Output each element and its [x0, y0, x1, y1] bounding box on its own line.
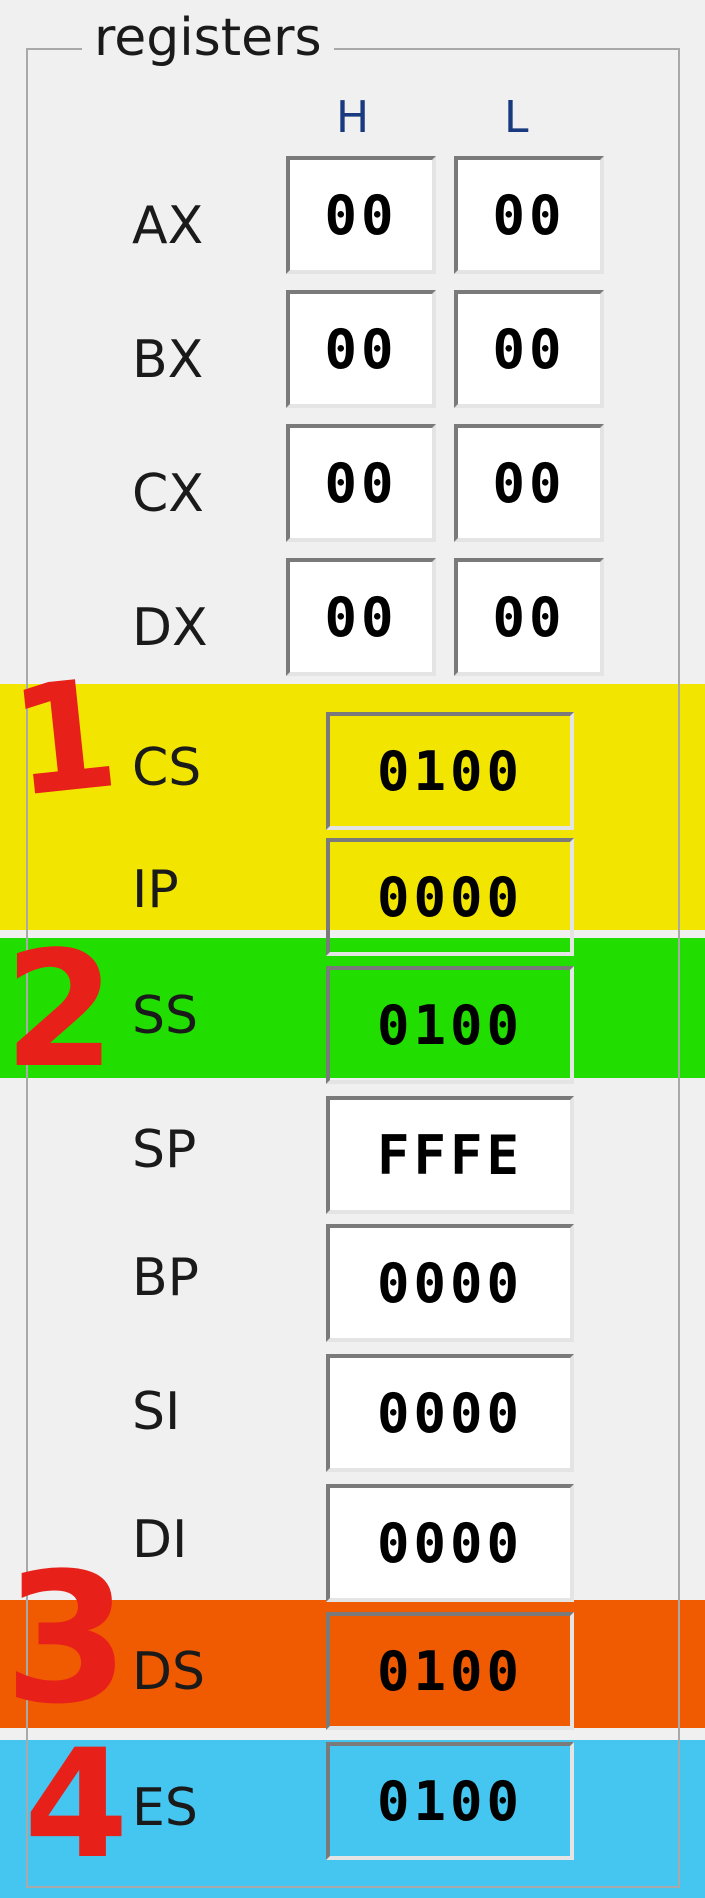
ip-field[interactable]: 0000 [326, 838, 574, 956]
di-field[interactable]: 0000 [326, 1484, 574, 1602]
cx-low-field[interactable]: 00 [454, 424, 604, 542]
register-label-ds: DS [132, 1642, 206, 1702]
bx-low-field[interactable]: 00 [454, 290, 604, 408]
register-label-sp: SP [132, 1120, 197, 1180]
cx-high-field[interactable]: 00 [286, 424, 436, 542]
es-field[interactable]: 0100 [326, 1742, 574, 1860]
column-header-low: L [504, 92, 529, 143]
dx-low-field[interactable]: 00 [454, 558, 604, 676]
ss-field[interactable]: 0100 [326, 966, 574, 1084]
si-field[interactable]: 0000 [326, 1354, 574, 1472]
register-label-cx: CX [132, 464, 204, 524]
cs-field[interactable]: 0100 [326, 712, 574, 830]
register-label-di: DI [132, 1510, 188, 1570]
register-label-bx: BX [132, 330, 204, 390]
annotation-2: 2 [4, 916, 116, 1103]
register-label-ip: IP [132, 860, 179, 920]
register-label-es: ES [132, 1778, 198, 1838]
groupbox-title: registers [82, 12, 334, 64]
annotation-3: 3 [4, 1535, 130, 1744]
ax-high-field[interactable]: 00 [286, 156, 436, 274]
bx-high-field[interactable]: 00 [286, 290, 436, 408]
ds-field[interactable]: 0100 [326, 1612, 574, 1730]
dx-high-field[interactable]: 00 [286, 558, 436, 676]
annotation-4: 4 [24, 1718, 129, 1892]
sp-field[interactable]: FFFE [326, 1096, 574, 1214]
register-label-ax: AX [132, 196, 204, 256]
column-header-high: H [336, 92, 370, 143]
bp-field[interactable]: 0000 [326, 1224, 574, 1342]
register-label-ss: SS [132, 986, 199, 1046]
ax-low-field[interactable]: 00 [454, 156, 604, 274]
register-label-bp: BP [132, 1248, 200, 1308]
annotation-1: 1 [3, 647, 126, 831]
register-label-cs: CS [132, 738, 202, 798]
register-label-dx: DX [132, 598, 208, 658]
register-label-si: SI [132, 1382, 181, 1442]
